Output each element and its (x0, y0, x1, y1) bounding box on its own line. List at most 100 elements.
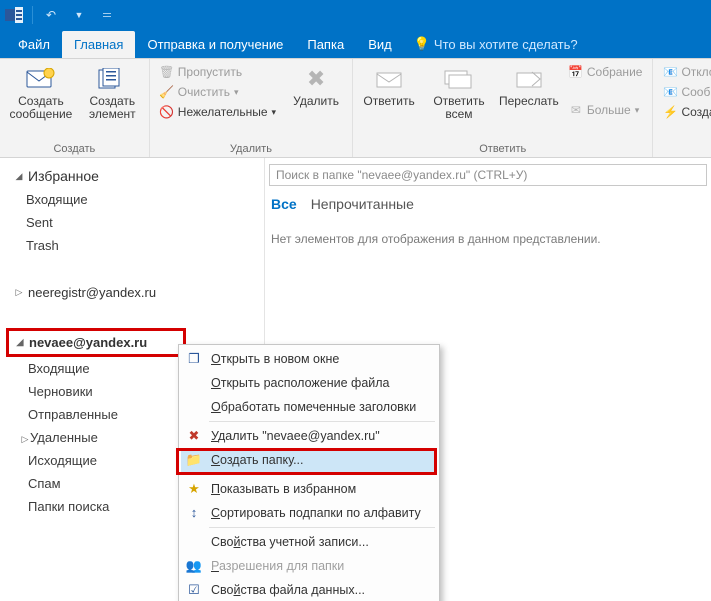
ribbon-group-new-label: Создать (6, 143, 143, 157)
reply-all-button[interactable]: Ответить всем (425, 63, 493, 123)
more-respond-button[interactable]: ✉ Больше ▾ (565, 101, 647, 119)
declined-icon: 📧 (663, 65, 677, 79)
star-icon: ★ (185, 481, 203, 497)
clean-icon: 🧹 (160, 85, 174, 99)
ignore-button[interactable]: 🗑 Пропустить (156, 63, 280, 81)
filter-all[interactable]: Все (271, 196, 297, 212)
blank-icon (185, 399, 203, 415)
ctx-folder-permissions: 👥 Разрешения для папки (181, 554, 437, 578)
quick-more-icon[interactable]: ▼ (69, 5, 89, 25)
new-email-icon (25, 65, 57, 93)
msg-group-icon: 📧 (663, 85, 677, 99)
new-items-label: Создать элемент (86, 95, 139, 121)
new-items-button[interactable]: Создать элемент (82, 63, 143, 123)
new-items-icon (96, 65, 128, 93)
ribbon-group-respond-label: Ответить (359, 143, 646, 157)
tab-file[interactable]: Файл (6, 31, 62, 58)
clean-button[interactable]: 🧹 Очистить ▾ (156, 83, 280, 101)
properties-icon: ☑ (185, 582, 203, 598)
ctx-show-favorites[interactable]: ★ Показывать в избранном (181, 477, 437, 501)
tell-me-search[interactable]: 💡 Что вы хотите сделать? (404, 36, 588, 58)
quickstep-create-new[interactable]: ⚡ Создать новое (659, 103, 711, 121)
tell-me-label: Что вы хотите сделать? (434, 37, 578, 52)
ctx-process-label: Обработать помеченные заголовки (211, 399, 416, 415)
account-1[interactable]: ▷ neeregistr@yandex.ru (0, 279, 264, 306)
tab-send-receive[interactable]: Отправка и получение (135, 31, 295, 58)
ctx-data-file-properties[interactable]: ☑ Свойства файла данных... (181, 578, 437, 601)
new-email-button[interactable]: Создать сообщение (6, 63, 76, 123)
meeting-button[interactable]: 📅 Собрание (565, 63, 647, 81)
junk-icon: 🚫 (160, 105, 174, 119)
ribbon-group-delete: 🗑 Пропустить 🧹 Очистить ▾ 🚫 Нежелательны… (150, 59, 353, 157)
meeting-icon: 📅 (569, 65, 583, 79)
fav-sent[interactable]: Sent (0, 211, 264, 234)
ctx-open-loc-label: Открыть расположение файла (211, 375, 390, 391)
new-folder-icon: 📁 (185, 452, 203, 468)
collapse-icon: ◢ (14, 171, 24, 182)
open-window-icon: ❐ (185, 351, 203, 367)
reply-label: Ответить (363, 95, 414, 108)
quickstep-msg-group[interactable]: 📧 Сообщение гр… (659, 83, 711, 101)
collapse-icon: ◢ (15, 337, 25, 348)
account-2[interactable]: ◢ nevaee@yandex.ru (6, 328, 186, 357)
tab-view[interactable]: Вид (356, 31, 404, 58)
clean-label: Очистить (178, 85, 230, 99)
ctx-account-properties[interactable]: Свойства учетной записи... (181, 530, 437, 554)
ctx-open-new-label: Открыть в новом окне (211, 351, 339, 367)
ribbon: Создать сообщение Создать элемент Создат… (0, 59, 711, 158)
ctx-open-new-window[interactable]: ❐ Открыть в новом окне (181, 347, 437, 371)
fav-inbox[interactable]: Входящие (0, 188, 264, 211)
ribbon-group-delete-label: Удалить (156, 143, 346, 157)
reply-all-label: Ответить всем (429, 95, 489, 121)
fav-trash[interactable]: Trash (0, 234, 264, 257)
quick-customize-icon[interactable]: ＝ (97, 5, 117, 25)
ctx-delete-account[interactable]: ✖ Удалить "nevaee@yandex.ru" (181, 424, 437, 448)
ribbon-group-quicksteps-label: Быстрые (659, 143, 711, 157)
delete-icon: ✖ (300, 65, 332, 93)
forward-icon (513, 65, 545, 93)
ignore-label: Пропустить (178, 65, 242, 79)
favorites-header[interactable]: ◢ Избранное (0, 164, 264, 188)
ribbon-group-new: Создать сообщение Создать элемент Создат… (0, 59, 150, 157)
tab-home[interactable]: Главная (62, 31, 135, 58)
ctx-process-headers[interactable]: Обработать помеченные заголовки (181, 395, 437, 419)
ctx-sort-subfolders[interactable]: ↕ Сортировать подпапки по алфавиту (181, 501, 437, 525)
ctx-new-folder[interactable]: 📁 Создать папку... (181, 448, 437, 472)
ctx-separator (209, 421, 435, 422)
meeting-label: Собрание (587, 65, 643, 79)
account-1-label: neeregistr@yandex.ru (28, 285, 156, 300)
ctx-delete-label: Удалить "nevaee@yandex.ru" (211, 428, 380, 444)
folder-nav: ◢ Избранное Входящие Sent Trash ▷ neereg… (0, 158, 265, 601)
quick-undo-icon[interactable]: ↶ (41, 5, 61, 25)
junk-button[interactable]: 🚫 Нежелательные ▾ (156, 103, 280, 121)
reply-icon (373, 65, 405, 93)
delete-button[interactable]: ✖ Удалить (286, 63, 346, 110)
ctx-perms-label: Разрешения для папки (211, 558, 344, 574)
declined-label: Отклоненные -… (681, 65, 711, 79)
menu-tabs: Файл Главная Отправка и получение Папка … (0, 30, 711, 59)
forward-button[interactable]: Переслать (499, 63, 559, 110)
expand-icon: ▷ (20, 434, 30, 445)
ctx-open-location[interactable]: Открыть расположение файла (181, 371, 437, 395)
new-email-label: Создать сообщение (10, 95, 73, 121)
filter-unread[interactable]: Непрочитанные (311, 196, 414, 212)
reply-button[interactable]: Ответить (359, 63, 419, 110)
bulb-icon: 💡 (414, 36, 430, 52)
more-label: Больше (587, 103, 631, 117)
junk-label: Нежелательные (178, 105, 268, 119)
create-new-label: Создать новое (681, 105, 711, 119)
acc2-deleted-label: Удаленные (30, 430, 98, 445)
expand-icon: ▷ (14, 287, 24, 298)
tab-folder[interactable]: Папка (295, 31, 356, 58)
more-icon: ✉ (569, 103, 583, 117)
reply-all-icon (443, 65, 475, 93)
search-input[interactable]: Поиск в папке "nevaee@yandex.ru" (CTRL+У… (269, 164, 707, 186)
ctx-data-props-label: Свойства файла данных... (211, 582, 365, 598)
quickstep-declined[interactable]: 📧 Отклоненные -… (659, 63, 711, 81)
account-2-label: nevaee@yandex.ru (29, 335, 147, 350)
forward-label: Переслать (499, 95, 559, 108)
delete-label: Удалить (293, 95, 339, 108)
ctx-show-fav-label: Показывать в избранном (211, 481, 356, 497)
empty-message: Нет элементов для отображения в данном п… (269, 222, 707, 256)
title-bar: ↶ ▼ ＝ (0, 0, 711, 30)
